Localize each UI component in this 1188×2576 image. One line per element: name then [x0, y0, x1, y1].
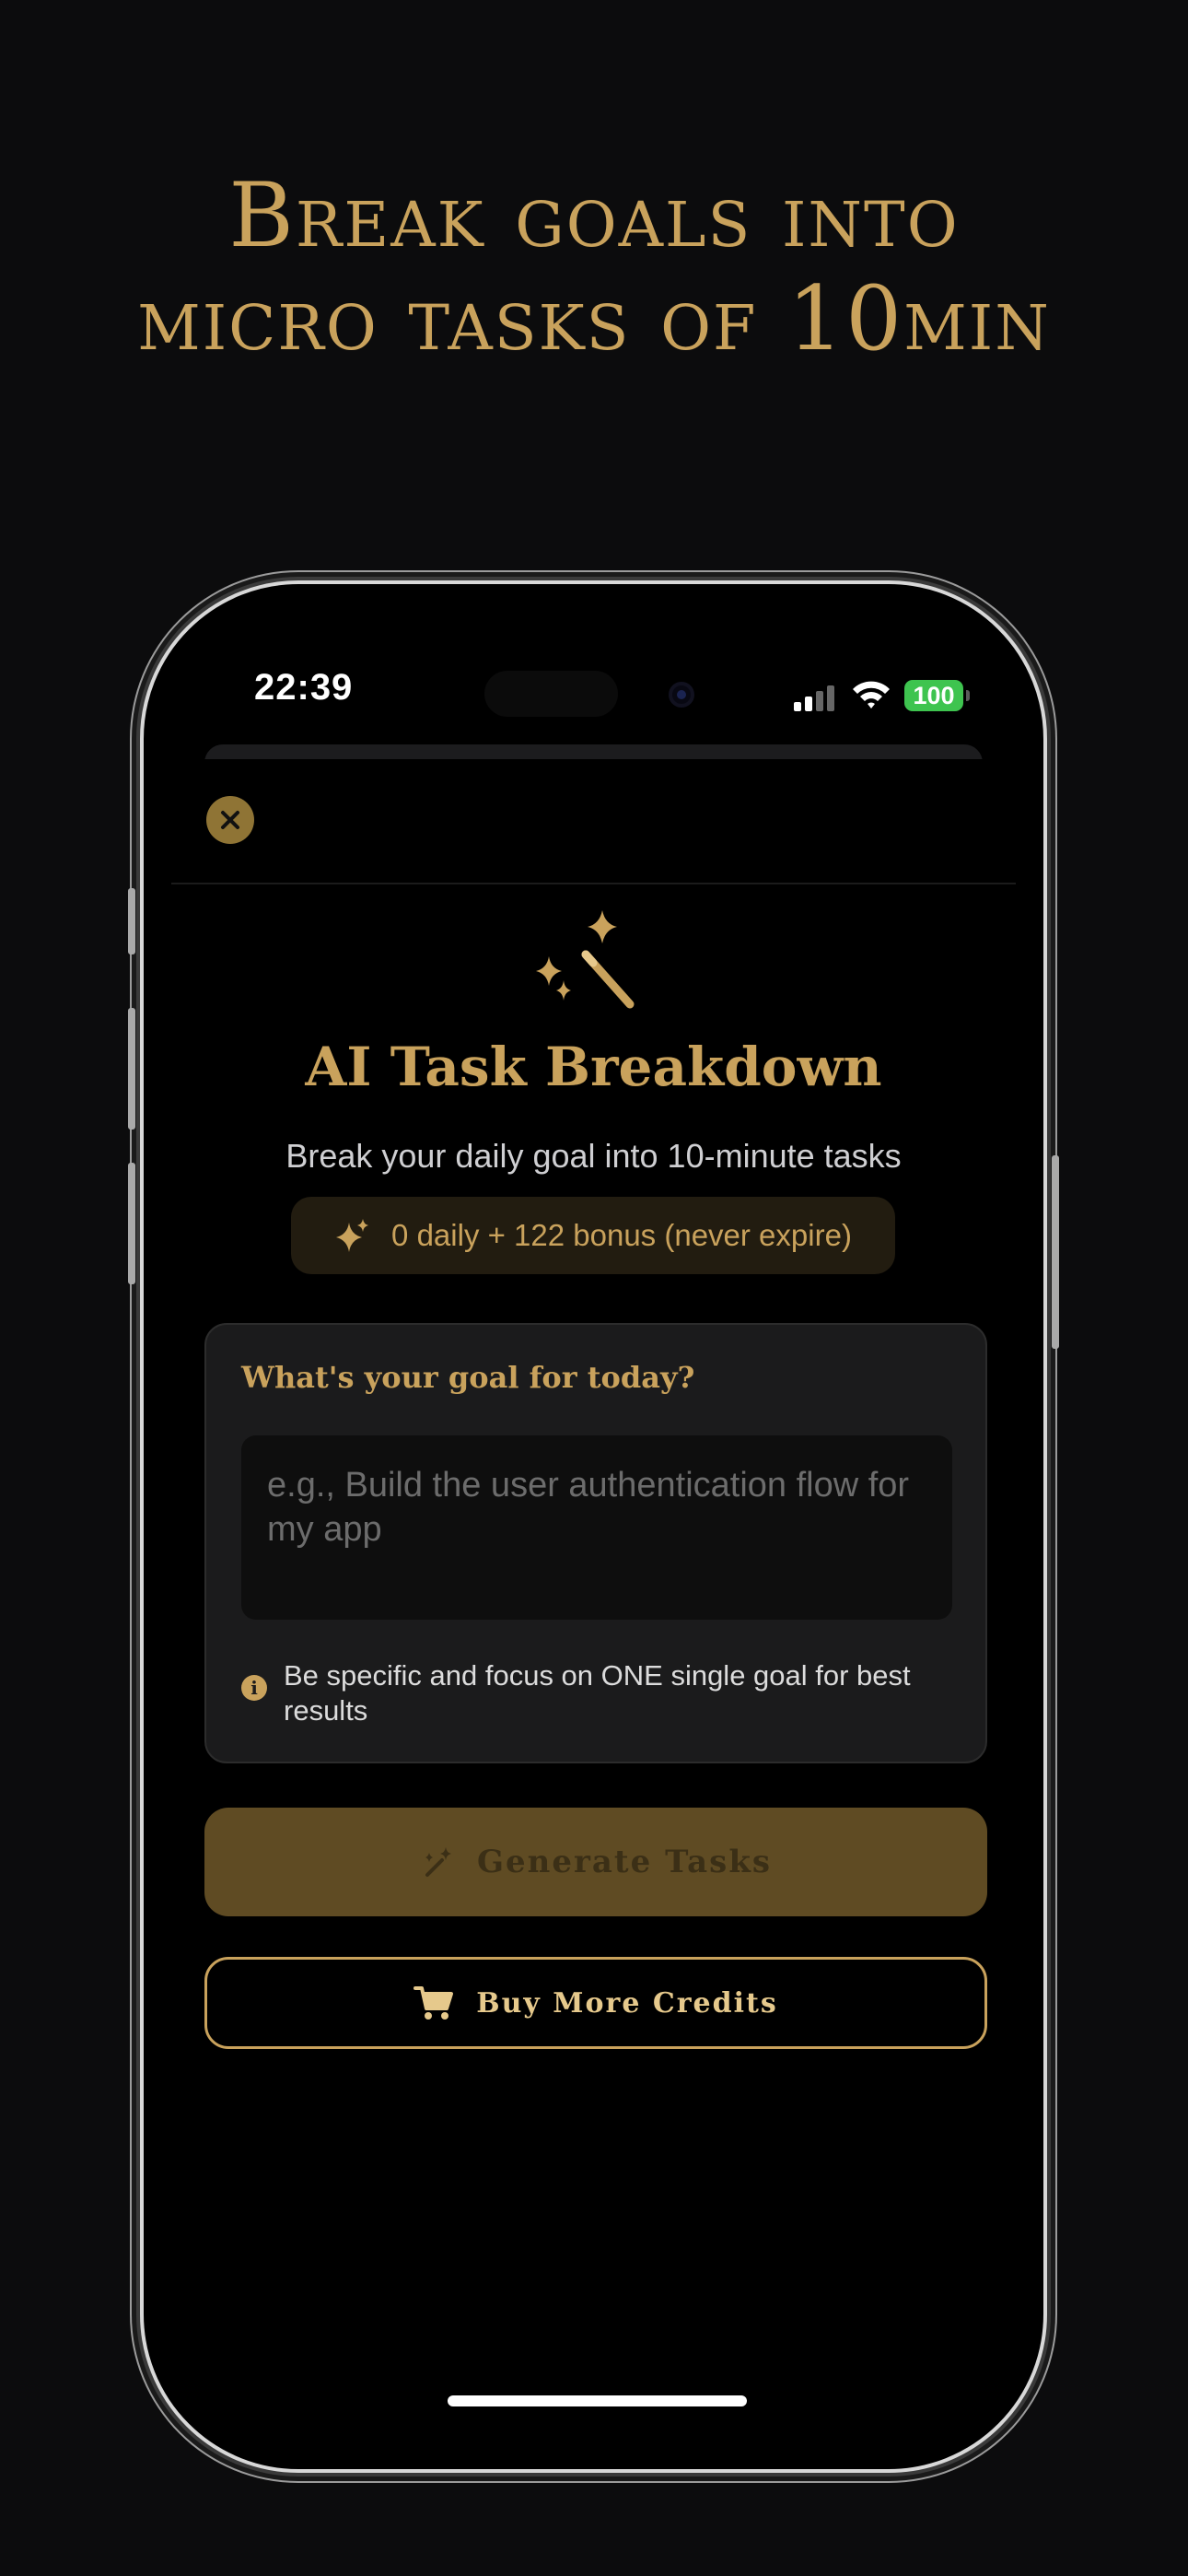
generate-tasks-label: Generate Tasks [476, 1844, 773, 1880]
buy-more-credits-label: Buy More Credits [476, 1986, 778, 2020]
ai-task-breakdown-sheet: AI Task Breakdown Break your daily goal … [171, 759, 1016, 2441]
goal-hint-text: Be specific and focus on ONE single goal… [284, 1659, 911, 1727]
goal-label: What's your goal for today? [241, 1360, 695, 1395]
header-divider [171, 883, 1016, 884]
magic-wand-icon [536, 910, 635, 1009]
cart-icon [413, 1986, 454, 2020]
goal-card: What's your goal for today? i Be specifi… [204, 1323, 987, 1763]
status-time: 22:39 [254, 667, 354, 708]
credits-badge: 0 daily + 122 bonus (never expire) [291, 1197, 895, 1274]
promo-headline-line2: micro tasks of 10min [137, 267, 1051, 370]
home-indicator[interactable] [448, 2395, 747, 2406]
battery-indicator: 100 [904, 680, 970, 711]
cellular-signal-icon [794, 684, 836, 711]
close-button[interactable] [206, 796, 254, 844]
generate-tasks-button[interactable]: Generate Tasks [204, 1808, 987, 1916]
goal-input[interactable] [241, 1435, 952, 1620]
promo-headline-line1: Break goals into [228, 164, 960, 267]
volume-up-button [128, 1008, 135, 1130]
phone-screen: 22:39 100 AI Task Breakdown Break your d… [171, 612, 1016, 2441]
xmark-icon [221, 811, 239, 829]
phone-frame: 22:39 100 AI Task Breakdown Break your d… [128, 580, 1059, 2473]
sheet-title: AI Task Breakdown [305, 1036, 882, 1098]
dynamic-island [484, 671, 618, 717]
wifi-icon [853, 681, 890, 708]
goal-hint: i Be specific and focus on ONE single go… [241, 1658, 941, 1728]
promo-headline: Break goals into micro tasks of 10min [0, 164, 1188, 370]
credits-text: 0 daily + 122 bonus (never expire) [391, 1218, 852, 1252]
sparkles-icon [336, 1219, 369, 1252]
camera-icon [669, 682, 694, 708]
buy-more-credits-button[interactable]: Buy More Credits [204, 1957, 987, 2049]
magic-wand-icon [425, 1847, 451, 1877]
sheet-subtitle: Break your daily goal into 10-minute tas… [285, 1137, 902, 1175]
mute-switch [128, 888, 135, 954]
power-button [1052, 1155, 1059, 1349]
info-icon: i [241, 1675, 267, 1701]
volume-down-button [128, 1163, 135, 1284]
